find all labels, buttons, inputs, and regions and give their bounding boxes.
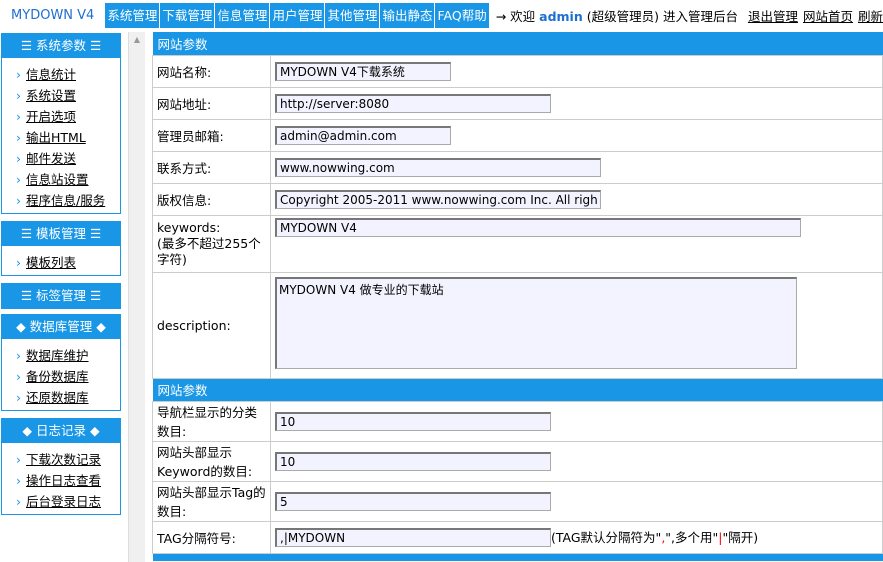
home-link[interactable]: 网站首页	[803, 6, 853, 25]
field-label: 网站地址:	[152, 86, 271, 120]
nav-faq[interactable]: FAQ帮助	[435, 2, 489, 28]
field-label: TAG分隔符号:	[152, 520, 271, 554]
sidebar-header[interactable]: ◆ 数据库管理 ◆	[2, 315, 120, 339]
site-url-input[interactable]	[275, 93, 551, 113]
contact-input[interactable]	[275, 157, 601, 177]
sidebar-item[interactable]: 操作日志查看	[16, 470, 120, 491]
nav-other[interactable]: 其他管理	[325, 2, 380, 28]
section-header: 网站参数	[152, 32, 883, 55]
sidebar-item[interactable]: 信息站设置	[16, 169, 120, 190]
logout-link[interactable]: 退出管理	[748, 6, 798, 25]
nav-user[interactable]: 用户管理	[270, 2, 325, 28]
sidebar-item[interactable]: 数据库维护	[16, 345, 120, 366]
sidebar-item[interactable]: 邮件发送	[16, 148, 120, 169]
tag-separator-input[interactable]	[275, 528, 551, 547]
sidebar-item[interactable]: 后台登录日志	[16, 491, 120, 512]
scroll-up-icon[interactable]: ▲	[129, 35, 145, 44]
section-footer-bar	[152, 553, 883, 561]
field-label: description:	[152, 271, 271, 379]
sidebar-item[interactable]: 系统设置	[16, 85, 120, 106]
sidebar-item[interactable]: 模板列表	[16, 252, 120, 273]
nav-system[interactable]: 系统管理	[105, 2, 160, 28]
field-label: 版权信息:	[152, 182, 271, 216]
nav-info[interactable]: 信息管理	[215, 2, 270, 28]
top-bar: MYDOWN V4 系统管理 下载管理 信息管理 用户管理 其他管理 输出静态 …	[0, 0, 883, 30]
sidebar-header[interactable]: ◆ 日志记录 ◆	[2, 419, 120, 443]
sidebar-header[interactable]: ☰ 模板管理 ☰	[2, 222, 120, 246]
nav-category-count-input[interactable]	[275, 411, 551, 431]
sidebar-section-logs: ◆ 日志记录 ◆ 下载次数记录 操作日志查看 后台登录日志	[1, 418, 121, 515]
keywords-input[interactable]	[275, 217, 801, 237]
field-label: 网站头部显示Tag的数目:	[152, 480, 271, 522]
sidebar-item[interactable]: 下载次数记录	[16, 449, 120, 470]
admin-email-input[interactable]	[275, 125, 451, 145]
hint-text: "隔开)	[722, 530, 759, 545]
sidebar-header[interactable]: ☰ 系统参数 ☰	[2, 34, 120, 58]
sidebar-scrollbar[interactable]: ▲	[128, 32, 145, 562]
tag-separator-hint: (TAG默认分隔符为",",多个用"|"隔开)	[551, 530, 758, 545]
field-label: 联系方式:	[152, 150, 271, 184]
section-header: 网站参数	[152, 378, 883, 401]
sidebar-item[interactable]: 开启选项	[16, 106, 120, 127]
site-name-input[interactable]	[275, 61, 451, 81]
settings-form: 网站参数 网站名称: 网站地址: 管理员邮箱: 联系方式: 版权信息: keyw…	[152, 32, 883, 561]
nav-static[interactable]: 输出静态	[380, 2, 435, 28]
keyword-count-input[interactable]	[275, 451, 551, 471]
tag-count-input[interactable]	[275, 491, 551, 511]
field-sublabel: (最多不超过255个字符)	[157, 235, 261, 267]
sidebar-section-system: ☰ 系统参数 ☰ 信息统计 系统设置 开启选项 输出HTML 邮件发送 信息站设…	[1, 33, 121, 214]
welcome-text: → 欢迎 admin (超级管理员) 进入管理后台	[496, 6, 738, 25]
sidebar: ☰ 系统参数 ☰ 信息统计 系统设置 开启选项 输出HTML 邮件发送 信息站设…	[1, 33, 121, 522]
welcome-suffix: (超级管理员) 进入管理后台	[586, 8, 738, 24]
logo: MYDOWN V4	[11, 7, 95, 23]
sidebar-item[interactable]: 还原数据库	[16, 387, 120, 408]
copyright-input[interactable]	[275, 189, 601, 209]
nav-download[interactable]: 下载管理	[160, 2, 215, 28]
username: admin	[539, 8, 583, 24]
sidebar-item[interactable]: 输出HTML	[16, 127, 120, 148]
welcome-prefix: → 欢迎	[495, 8, 536, 24]
description-textarea[interactable]: MYDOWN V4 做专业的下载站	[275, 276, 797, 369]
sidebar-item[interactable]: 备份数据库	[16, 366, 120, 387]
field-label: keywords:	[157, 219, 221, 235]
field-label: 导航栏显示的分类数目:	[152, 400, 271, 442]
hint-text: (TAG默认分隔符为"	[551, 530, 662, 545]
hint-text: ",多个用"	[665, 530, 719, 545]
field-label: 网站头部显示Keyword的数目:	[152, 440, 271, 482]
sidebar-item[interactable]: 程序信息/服务	[16, 190, 120, 211]
field-label: 管理员邮箱:	[152, 118, 271, 152]
sidebar-header[interactable]: ☰ 标签管理 ☰	[2, 284, 120, 308]
sidebar-section-tags: ☰ 标签管理 ☰	[1, 283, 121, 309]
refresh-link[interactable]: 刷新	[858, 6, 883, 25]
sidebar-section-database: ◆ 数据库管理 ◆ 数据库维护 备份数据库 还原数据库	[1, 314, 121, 411]
sidebar-item[interactable]: 信息统计	[16, 64, 120, 85]
sidebar-section-template: ☰ 模板管理 ☰ 模板列表	[1, 221, 121, 276]
field-label: 网站名称:	[152, 54, 271, 88]
